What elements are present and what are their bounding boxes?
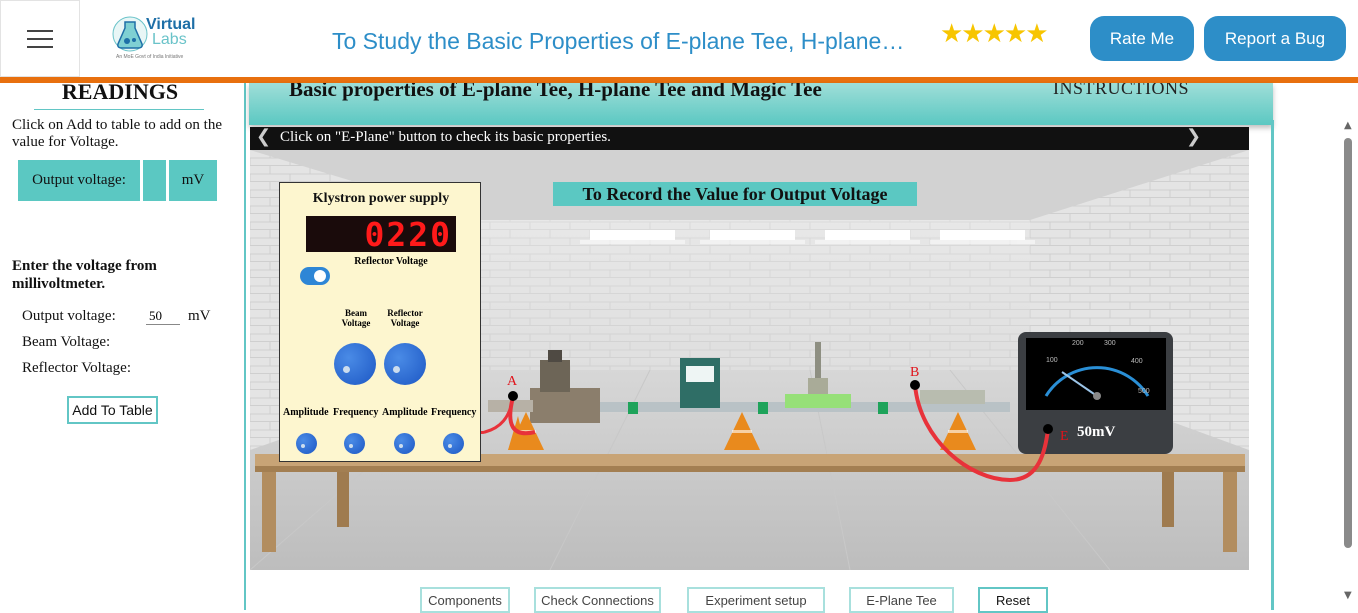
output-voltage-unit: mV: [188, 308, 211, 324]
scrollbar-thumb[interactable]: [1344, 138, 1352, 548]
add-to-table-button[interactable]: Add To Table: [67, 396, 158, 424]
meter-scale-500: 500: [1138, 388, 1150, 395]
meter-reading: 50mV: [1077, 424, 1116, 440]
output-voltage-label: Output voltage:: [22, 308, 116, 324]
experiment-header: Basic properties of E-plane Tee, H-plane…: [249, 83, 1273, 125]
reflector-voltage-terminal-label: Reflector Voltage: [354, 256, 428, 267]
meter-scale-200: 200: [1072, 340, 1084, 347]
reset-button[interactable]: Reset: [978, 587, 1048, 613]
reflector-voltage-knob[interactable]: [384, 343, 426, 385]
rate-me-button[interactable]: Rate Me: [1090, 16, 1194, 61]
components-button[interactable]: Components: [420, 587, 510, 613]
table-cell-unit: mV: [169, 160, 217, 201]
page-title: To Study the Basic Properties of E-plane…: [332, 28, 905, 54]
menu-button[interactable]: [0, 0, 80, 77]
enter-voltage-heading: Enter the voltage from millivoltmeter.: [12, 258, 157, 292]
logo-word-labs: Labs: [152, 31, 187, 48]
readings-title: READINGS: [61, 79, 179, 104]
report-bug-button[interactable]: Report a Bug: [1204, 16, 1346, 61]
virtual-labs-logo[interactable]: Virtual Labs An MoE Govt of India Initia…: [108, 10, 208, 66]
content-border: [1271, 120, 1274, 610]
chevron-left-icon[interactable]: ❮: [256, 126, 271, 147]
klystron-power-supply: Klystron power supply 0220 Reflector Vol…: [279, 182, 481, 462]
frequency-knob-2[interactable]: [443, 433, 464, 454]
output-voltage-input[interactable]: [146, 307, 180, 325]
frequency-label-2: Frequency: [431, 407, 477, 418]
readings-panel: READINGS Click on Add to table to add on…: [0, 79, 246, 610]
klystron-display: 0220: [306, 215, 456, 254]
point-b-label: B: [910, 365, 920, 380]
check-connections-button[interactable]: Check Connections: [534, 587, 661, 613]
top-header: Virtual Labs An MoE Govt of India Initia…: [0, 0, 1358, 77]
klystron-title: Klystron power supply: [312, 191, 450, 206]
meter-scale-400: 400: [1131, 358, 1143, 365]
scroll-down-icon[interactable]: ▼: [1344, 590, 1352, 601]
power-toggle[interactable]: [300, 267, 330, 285]
rating-stars-icon: ★★★★★: [940, 19, 1049, 49]
reflector-voltage-knob-label: Reflector Voltage: [387, 308, 423, 328]
experiment-heading: Basic properties of E-plane Tee, H-plane…: [289, 83, 822, 101]
instructions-tab[interactable]: INSTRUCTIONS: [1053, 83, 1189, 99]
point-e-label: E: [1060, 429, 1069, 444]
table-cell-value: [143, 160, 166, 201]
point-a-label: A: [507, 374, 518, 389]
beam-voltage-knob[interactable]: [334, 343, 376, 385]
frequency-knob-1[interactable]: [344, 433, 365, 454]
readings-divider: [34, 109, 204, 110]
flask-logo-icon: [112, 16, 148, 52]
simulation-title: To Record the Value for Output Voltage: [553, 182, 917, 206]
amplitude-label-1: Amplitude: [283, 407, 329, 418]
scroll-up-icon[interactable]: ▲: [1344, 120, 1352, 131]
amplitude-label-2: Amplitude: [382, 407, 428, 418]
page-scrollbar[interactable]: ▲ ▼: [1340, 120, 1358, 610]
table-cell-label: Output voltage:: [18, 160, 140, 201]
hint-text: Click on "E-Plane" button to check its b…: [280, 129, 611, 145]
chevron-right-icon[interactable]: ❯: [1186, 126, 1201, 147]
menu-icon: [27, 29, 53, 32]
beam-voltage-label: Beam Voltage:: [22, 334, 111, 350]
hint-bar: ❮ Click on "E-Plane" button to check its…: [250, 126, 1249, 150]
e-plane-tee-button[interactable]: E-Plane Tee: [849, 587, 954, 613]
experiment-setup-button[interactable]: Experiment setup: [687, 587, 825, 613]
meter-scale-300: 300: [1104, 340, 1116, 347]
beam-voltage-knob-label: Beam Voltage: [341, 308, 371, 328]
amplitude-knob-1[interactable]: [296, 433, 317, 454]
logo-tagline: An MoE Govt of India Initiative: [116, 54, 184, 60]
frequency-label-1: Frequency: [333, 407, 379, 418]
readings-instruction: Click on Add to table to add on the valu…: [12, 117, 222, 150]
reflector-voltage-label: Reflector Voltage:: [22, 360, 131, 376]
amplitude-knob-2[interactable]: [394, 433, 415, 454]
meter-scale-100: 100: [1046, 357, 1058, 364]
